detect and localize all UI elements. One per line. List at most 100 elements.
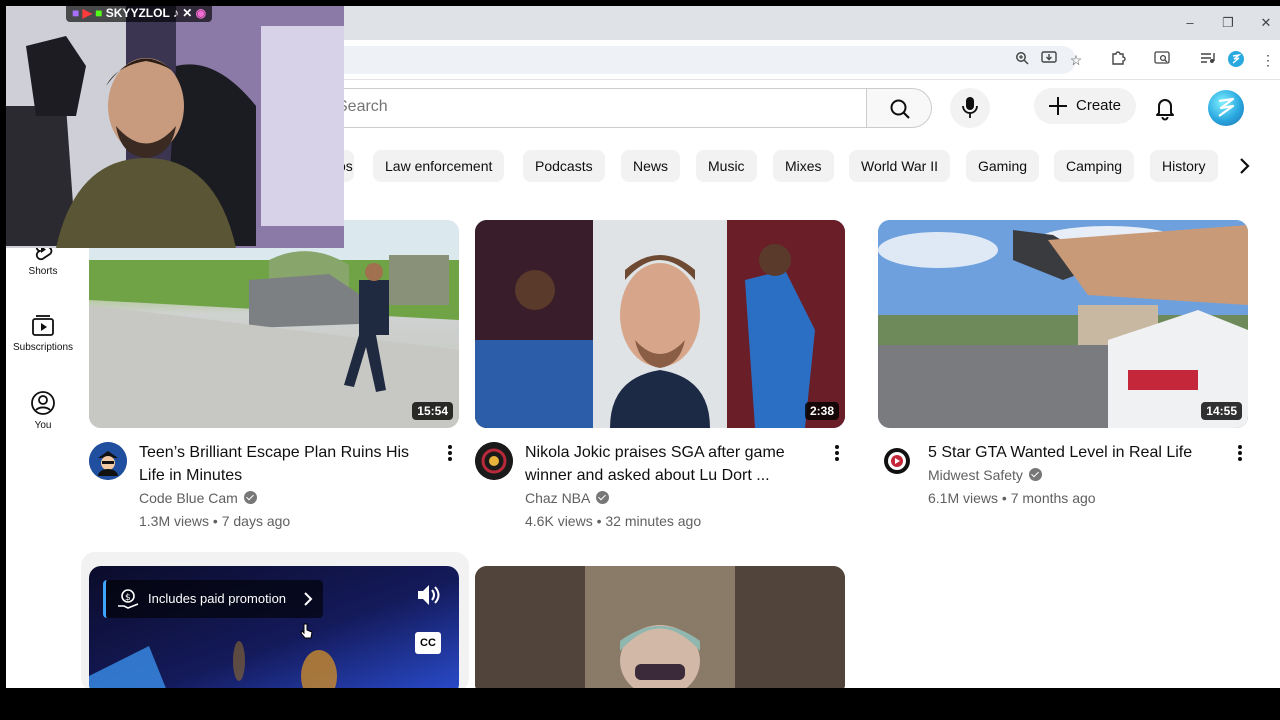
verified-icon [596, 491, 610, 504]
screen: – ❐ ✕ ☆ ⋮ Search Create os Law enforceme… [0, 0, 1280, 720]
thumbnail-image [878, 220, 1248, 428]
channel-name-text: Code Blue Cam [139, 490, 238, 506]
chip-podcasts[interactable]: Podcasts [523, 150, 605, 182]
captions-button[interactable]: CC [415, 632, 441, 654]
menu-kebab-icon[interactable]: ⋮ [1258, 50, 1278, 70]
speaker-icon [418, 585, 440, 605]
x-icon: ✕ [182, 6, 193, 20]
video-thumbnail-3[interactable]: 14:55 [878, 220, 1248, 428]
kick-icon: ■ [95, 6, 103, 20]
nav-label-subscriptions: Subscriptions [12, 342, 74, 353]
video-meta: 1.3M views • 7 days ago [139, 513, 290, 529]
video-title[interactable]: 5 Star GTA Wanted Level in Real Life [928, 441, 1218, 464]
nav-label-shorts: Shorts [28, 266, 58, 277]
video-thumbnail-2[interactable]: 2:38 [475, 220, 845, 428]
meta-separator: • [212, 513, 218, 529]
video-thumbnail-1[interactable]: 15:54 [89, 220, 459, 428]
verified-icon [243, 491, 257, 504]
media-controls-icon[interactable] [1198, 50, 1218, 70]
meta-separator: • [1001, 490, 1007, 506]
you-icon [31, 391, 55, 415]
subscriptions-icon [32, 315, 54, 336]
captions-icon: CC [420, 637, 436, 649]
maximize-icon[interactable]: ❐ [1218, 14, 1238, 32]
thumbnail-image [475, 566, 845, 688]
svg-text:$: $ [125, 593, 131, 603]
minimize-icon[interactable]: – [1180, 14, 1200, 32]
chip-music[interactable]: Music [696, 150, 757, 182]
mouse-cursor-icon [300, 622, 314, 640]
video-views: 4.6K views [525, 513, 593, 529]
video-menu-icon[interactable] [827, 442, 847, 466]
chip-gaming[interactable]: Gaming [966, 150, 1040, 182]
chip-history[interactable]: History [1150, 150, 1218, 182]
profile-icon[interactable] [1226, 50, 1246, 70]
video-thumbnail-5[interactable] [475, 566, 845, 688]
chip-news[interactable]: News [621, 150, 681, 182]
bookmark-star-icon[interactable]: ☆ [1066, 50, 1086, 70]
video-meta: 4.6K views • 32 minutes ago [525, 513, 701, 529]
video-age: 32 minutes ago [605, 513, 702, 529]
video-views: 1.3M views [139, 513, 210, 529]
video-views: 6.1M views [928, 490, 999, 506]
twitch-icon: ■ [72, 6, 80, 20]
zoom-icon[interactable] [1012, 50, 1032, 70]
chip-camping[interactable]: Camping [1054, 150, 1135, 182]
video-title[interactable]: Nikola Jokic praises SGA after game winn… [525, 441, 815, 487]
streamer-social-bar: ■ ▶ ■ SKYYZLOL ♪ ✕ ◉ [66, 6, 213, 22]
video-menu-icon[interactable] [1230, 442, 1250, 466]
nav-label-you: You [34, 420, 52, 431]
account-avatar[interactable] [1208, 90, 1244, 126]
channel-avatar-chaz-nba[interactable] [475, 442, 513, 480]
voice-search-button[interactable] [950, 88, 990, 128]
plus-icon [1049, 97, 1067, 115]
video-title[interactable]: Teen’s Brilliant Escape Plan Ruins His L… [139, 441, 429, 487]
volume-button[interactable] [413, 580, 443, 610]
search-box[interactable] [286, 88, 868, 128]
chip-world-war-ii[interactable]: World War II [849, 150, 951, 182]
browser-window: – ❐ ✕ ☆ ⋮ Search Create os Law enforceme… [6, 6, 1280, 688]
create-label: Create [1076, 97, 1122, 114]
video-meta: 6.1M views • 7 months ago [928, 490, 1096, 506]
search-icon [890, 99, 910, 119]
video-duration: 15:54 [412, 402, 453, 420]
thumbnail-image [475, 220, 845, 428]
video-age: 7 months ago [1010, 490, 1096, 506]
video-channel-name[interactable]: Midwest Safety [928, 467, 1042, 483]
video-duration: 2:38 [804, 402, 839, 420]
video-thumbnail-4[interactable]: $ Includes paid promotion CC [89, 566, 459, 688]
meta-separator: • [596, 513, 602, 529]
channel-avatar-midwest-safety[interactable] [878, 442, 916, 480]
chevron-right-icon [304, 592, 313, 606]
search-button[interactable] [866, 88, 932, 128]
nav-item-you[interactable]: You [6, 390, 80, 431]
streamer-webcam-overlay: ■ ▶ ■ SKYYZLOL ♪ ✕ ◉ [6, 6, 344, 248]
promotion-icon: $ [118, 589, 139, 609]
youtube-icon: ▶ [82, 6, 92, 20]
chip-law-enforcement[interactable]: Law enforcement [373, 150, 505, 182]
instagram-icon: ◉ [195, 6, 207, 20]
video-channel-name[interactable]: Chaz NBA [525, 490, 610, 506]
chip-mixes[interactable]: Mixes [773, 150, 834, 182]
microphone-icon [962, 97, 978, 118]
tab-search-icon[interactable] [1152, 50, 1172, 70]
channel-name-text: Midwest Safety [928, 467, 1023, 483]
video-menu-icon[interactable] [440, 442, 460, 466]
webcam-image [6, 6, 344, 248]
channel-avatar-code-blue-cam[interactable] [89, 442, 127, 480]
streamer-tag: SKYYZLOL [105, 6, 170, 20]
verified-icon [1028, 468, 1042, 481]
paid-promotion-badge[interactable]: $ Includes paid promotion [103, 580, 323, 618]
notifications-bell-icon[interactable] [1150, 92, 1180, 122]
tiktok-icon: ♪ [172, 6, 179, 20]
video-age: 7 days ago [221, 513, 291, 529]
video-channel-name[interactable]: Code Blue Cam [139, 490, 257, 506]
search-input[interactable] [337, 98, 737, 116]
close-icon[interactable]: ✕ [1256, 14, 1276, 32]
extensions-icon[interactable] [1108, 50, 1128, 70]
install-app-icon[interactable] [1039, 50, 1059, 70]
thumbnail-image [89, 220, 459, 428]
create-button[interactable]: Create [1034, 88, 1136, 124]
chips-next-arrow-icon[interactable] [1232, 154, 1256, 178]
nav-item-subscriptions[interactable]: Subscriptions [6, 312, 80, 353]
